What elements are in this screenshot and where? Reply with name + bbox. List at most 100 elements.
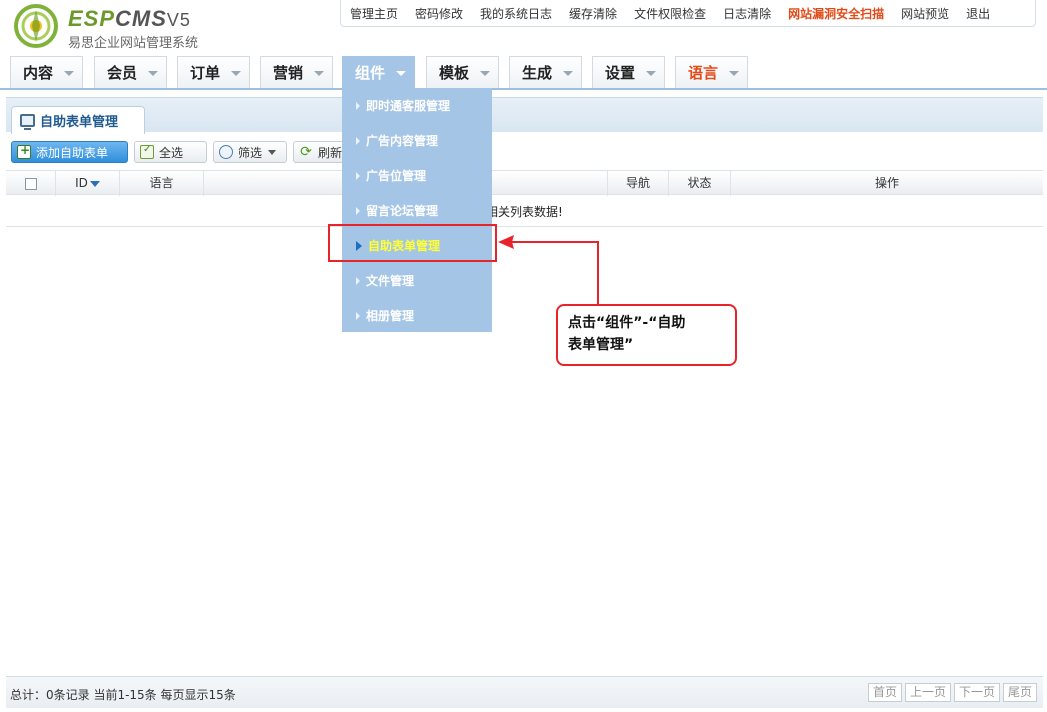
callout-line-2: 表单管理”: [568, 337, 634, 353]
menu-item-album[interactable]: 相册管理: [342, 298, 492, 333]
add-icon: [17, 143, 31, 159]
highlight-box: [328, 224, 497, 262]
nav-marketing[interactable]: 营销: [260, 56, 333, 88]
add-form-label: 添加自助表单: [36, 145, 109, 160]
top-links-bar: 管理主页 密码修改 我的系统日志 缓存清除 文件权限检查 日志清除 网站漏洞安全…: [340, 0, 1036, 27]
magnifier-icon: [219, 145, 233, 159]
top-link-home[interactable]: 管理主页: [341, 5, 406, 22]
top-link-clear-log[interactable]: 日志清除: [714, 5, 779, 22]
nav-template[interactable]: 模板: [426, 56, 499, 88]
logo-brand: ESPCMSV5: [68, 6, 191, 31]
nav-label: 内容: [23, 64, 54, 82]
col-checkbox: [6, 171, 56, 196]
arrow-right-icon: [356, 171, 360, 180]
logo: ESPCMSV5 易思企业网站管理系统: [10, 4, 230, 51]
col-id-label: ID: [75, 176, 88, 190]
filter-label: 筛选: [238, 145, 263, 160]
top-link-clear-cache[interactable]: 缓存清除: [560, 5, 625, 22]
logo-emblem-icon: [14, 4, 58, 48]
menu-item-ad-content[interactable]: 广告内容管理: [342, 123, 492, 158]
chevron-down-icon: [563, 71, 573, 76]
menu-item-live-chat[interactable]: 即时通客服管理: [342, 88, 492, 123]
nav-label: 生成: [522, 64, 553, 82]
col-language-label: 语言: [149, 176, 174, 190]
select-all-checkbox[interactable]: [24, 177, 37, 190]
logo-subtitle: 易思企业网站管理系统: [68, 36, 199, 51]
select-all-button[interactable]: 全选: [134, 141, 207, 163]
col-nav-label: 导航: [625, 176, 650, 190]
header: ESPCMSV5 易思企业网站管理系统 管理主页 密码修改 我的系统日志 缓存清…: [0, 0, 1047, 54]
add-form-button[interactable]: 添加自助表单: [11, 141, 128, 163]
nav-content[interactable]: 内容: [10, 56, 83, 88]
sort-desc-icon: [89, 180, 100, 187]
top-link-syslog[interactable]: 我的系统日志: [471, 5, 560, 22]
nav-order[interactable]: 订单: [177, 56, 250, 88]
chevron-down-icon: [231, 71, 241, 76]
tab-form-management[interactable]: 自助表单管理: [11, 106, 145, 134]
grid-empty-row: 相关列表数据!: [6, 195, 1043, 227]
tab-label: 自助表单管理: [40, 115, 119, 130]
chevron-down-icon: [64, 71, 74, 76]
content-area: 自助表单管理 添加自助表单 全选 筛选 ⟳ 刷新: [6, 97, 1043, 677]
menu-item-label: 留言论坛管理: [366, 204, 439, 218]
menu-item-guestbook[interactable]: 留言论坛管理: [342, 193, 492, 228]
col-status-label: 状态: [687, 176, 712, 190]
page-last-button[interactable]: 尾页: [1002, 683, 1037, 702]
empty-message: 相关列表数据!: [486, 205, 563, 219]
arrow-right-icon: [356, 311, 360, 320]
col-status: 状态: [669, 171, 731, 196]
refresh-icon: ⟳: [300, 144, 312, 160]
menu-item-label: 广告内容管理: [366, 134, 439, 148]
col-language: 语言: [120, 171, 204, 196]
footer-bar: 总计：0条记录 当前1-15条 每页显示15条 首页 上一页 下一页 尾页: [6, 676, 1043, 708]
callout-line-1: 点击“组件”-“自助: [568, 315, 686, 331]
nav-label: 设置: [605, 64, 636, 82]
menu-item-label: 相册管理: [366, 309, 415, 323]
top-link-preview[interactable]: 网站预览: [892, 5, 957, 22]
filter-button[interactable]: 筛选: [213, 141, 287, 163]
nav-label: 订单: [190, 64, 221, 82]
menu-item-label: 广告位管理: [366, 169, 427, 183]
nav-label: 模板: [439, 64, 470, 82]
refresh-label: 刷新: [318, 145, 343, 160]
arrow-right-icon: [356, 101, 360, 110]
grid-header: ID 语言 导航 状态 操作: [6, 170, 1043, 196]
top-link-security-scan[interactable]: 网站漏洞安全扫描: [779, 5, 892, 22]
nav-settings[interactable]: 设置: [592, 56, 665, 88]
top-link-permission-check[interactable]: 文件权限检查: [625, 5, 714, 22]
instruction-callout: 点击“组件”-“自助 表单管理”: [556, 304, 737, 366]
record-summary: 总计：0条记录 当前1-15条 每页显示15条: [10, 688, 236, 702]
menu-item-file-management[interactable]: 文件管理: [342, 263, 492, 298]
nav-generate[interactable]: 生成: [509, 56, 582, 88]
nav-label: 组件: [355, 64, 386, 82]
chevron-down-icon: [148, 71, 158, 76]
monitor-icon: [20, 114, 35, 130]
chevron-down-icon: [480, 71, 490, 76]
chevron-down-icon: [646, 71, 656, 76]
top-link-password[interactable]: 密码修改: [406, 5, 471, 22]
chevron-down-icon: [396, 71, 406, 76]
nav-label: 语言: [688, 64, 719, 82]
menu-item-label: 即时通客服管理: [366, 99, 451, 113]
page-first-button[interactable]: 首页: [867, 683, 902, 702]
col-ops: 操作: [731, 171, 1043, 196]
menu-item-ad-slot[interactable]: 广告位管理: [342, 158, 492, 193]
select-all-label: 全选: [159, 145, 184, 160]
page-next-button[interactable]: 下一页: [953, 683, 1000, 702]
arrow-right-icon: [356, 276, 360, 285]
page-prev-button[interactable]: 上一页: [904, 683, 951, 702]
chevron-down-icon: [729, 71, 739, 76]
nav-label: 会员: [107, 64, 138, 82]
pager: 首页 上一页 下一页 尾页: [867, 683, 1037, 702]
top-link-logout[interactable]: 退出: [957, 5, 998, 22]
nav-components[interactable]: 组件: [342, 56, 415, 88]
nav-member[interactable]: 会员: [94, 56, 167, 88]
tab-bar: 自助表单管理: [6, 97, 1043, 134]
col-id[interactable]: ID: [56, 171, 120, 196]
col-nav: 导航: [608, 171, 669, 196]
nav-label: 营销: [273, 64, 304, 82]
main-nav: 内容 会员 订单 营销 组件 模板 生成 设置 语言: [0, 54, 1047, 90]
nav-language[interactable]: 语言: [675, 56, 748, 88]
chevron-down-icon: [268, 149, 277, 155]
components-dropdown-menu: 即时通客服管理 广告内容管理 广告位管理 留言论坛管理 自助表单管理 文件管理 …: [342, 88, 492, 332]
